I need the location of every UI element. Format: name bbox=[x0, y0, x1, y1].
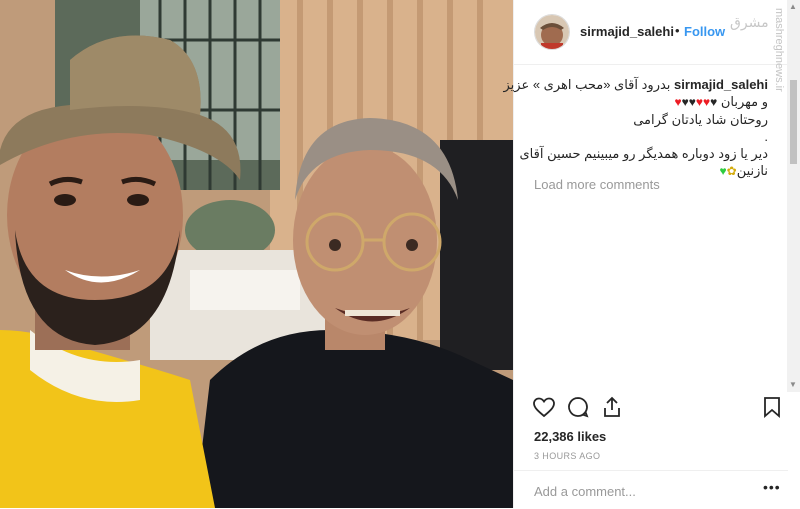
post-timestamp: 3 HOURS AGO bbox=[534, 451, 601, 461]
black-heart-icon: ♥ bbox=[688, 95, 696, 109]
username[interactable]: sirmajid_salehi bbox=[580, 24, 674, 39]
add-comment-bar: ••• bbox=[514, 470, 788, 509]
post-panel: sirmajid_salehi • Follow مشرق sirmajid_s… bbox=[503, 0, 788, 509]
scroll-thumb[interactable] bbox=[790, 80, 797, 164]
scrollbar[interactable]: ▲ ▼ bbox=[787, 0, 800, 392]
caption: sirmajid_salehi بدرود آقای «محب اهری » ع… bbox=[503, 76, 769, 180]
scroll-up-icon[interactable]: ▲ bbox=[789, 2, 797, 11]
black-heart-icon: ♥ bbox=[681, 95, 689, 109]
heart-icon[interactable] bbox=[532, 395, 556, 419]
flower-icon: ✿ bbox=[726, 164, 737, 178]
red-heart-icon: ♥ bbox=[695, 95, 703, 109]
green-heart-icon: ♥ bbox=[719, 164, 727, 178]
comment-icon[interactable] bbox=[566, 395, 590, 419]
caption-text-1: بدرود آقای «محب اهری » عزیز bbox=[503, 77, 671, 92]
photo-illustration bbox=[0, 0, 513, 508]
caption-line-3: روحتان شاد یادتان گرامی bbox=[633, 112, 768, 127]
caption-line-2: و مهربان ♥♥♥♥♥♥ bbox=[534, 93, 768, 111]
post-header: sirmajid_salehi • Follow مشرق bbox=[514, 0, 788, 65]
scroll-down-icon[interactable]: ▼ bbox=[789, 380, 797, 389]
separator-dot: • bbox=[675, 23, 680, 38]
caption-line-5: دیر یا زود دوباره همدیگر رو میبینیم حسین… bbox=[519, 146, 769, 161]
share-icon[interactable] bbox=[600, 395, 624, 419]
avatar[interactable] bbox=[534, 14, 570, 50]
red-heart-icon: ♥ bbox=[702, 95, 711, 109]
likes-count[interactable]: 22,386 likes bbox=[534, 429, 606, 444]
hearts-row: ♥♥♥♥♥♥ bbox=[674, 94, 717, 109]
action-bar bbox=[514, 395, 788, 425]
caption-line-4: . bbox=[764, 129, 768, 144]
black-heart-icon: ♥ bbox=[710, 95, 718, 109]
caption-text-2: و مهربان bbox=[720, 94, 768, 109]
caption-line-1: sirmajid_salehi بدرود آقای «محب اهری » ع… bbox=[503, 76, 768, 93]
bookmark-icon[interactable] bbox=[760, 395, 784, 419]
side-watermark: mashreghnews.ir bbox=[773, 8, 785, 92]
comment-input[interactable] bbox=[532, 481, 736, 501]
follow-button[interactable]: Follow bbox=[684, 24, 725, 39]
red-heart-icon: ♥ bbox=[674, 95, 682, 109]
post-photo[interactable] bbox=[0, 0, 513, 508]
more-options-button[interactable]: ••• bbox=[763, 479, 781, 495]
caption-username[interactable]: sirmajid_salehi bbox=[674, 77, 768, 92]
watermark-logo: مشرق bbox=[730, 14, 769, 30]
caption-text-6: نازنین bbox=[736, 163, 768, 178]
load-more-comments-link[interactable]: Load more comments bbox=[534, 177, 660, 192]
